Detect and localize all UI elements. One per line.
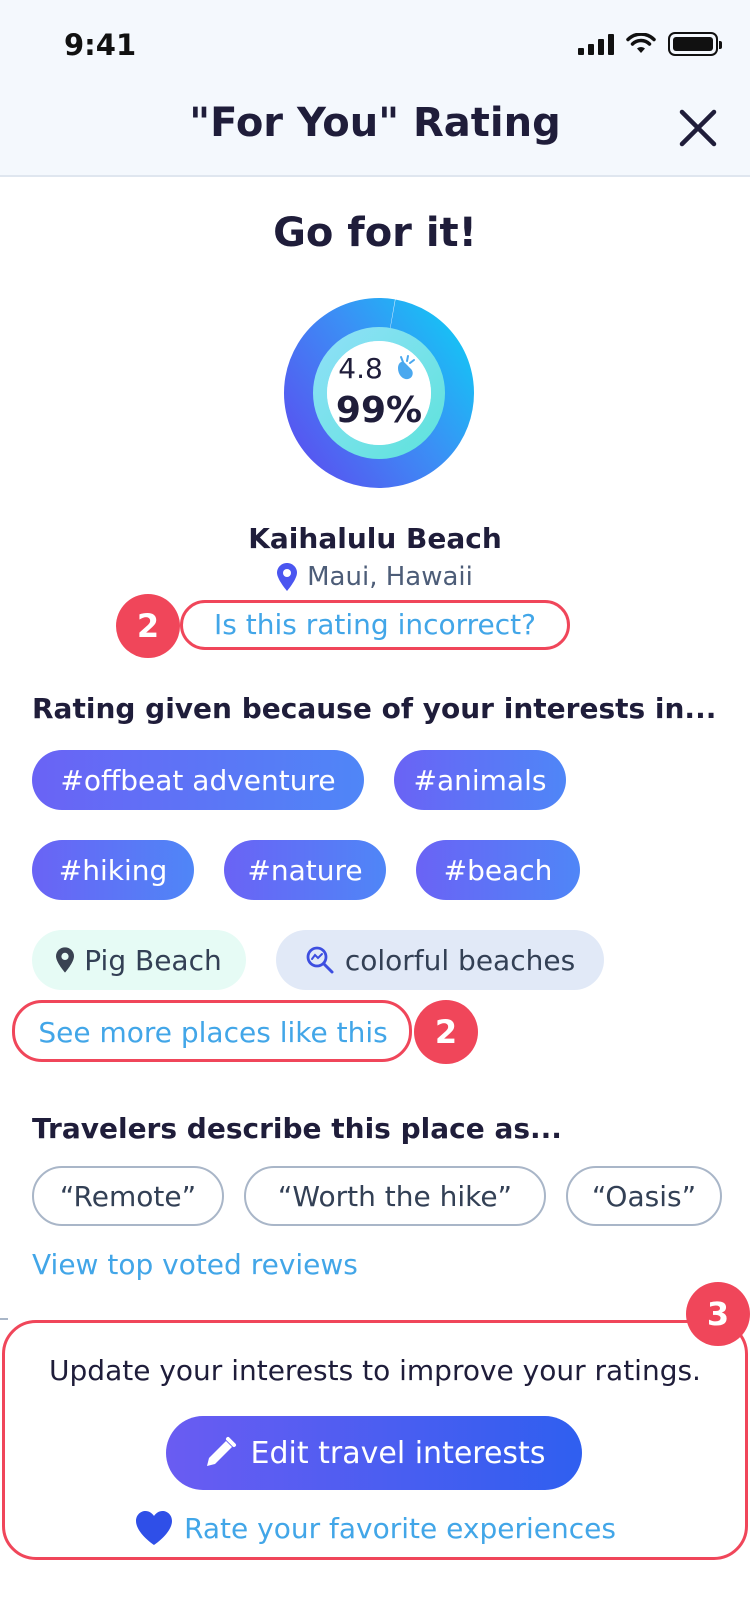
clapping-hands-icon — [392, 354, 420, 382]
rating-value: 4.8 — [276, 352, 482, 385]
rating-gauge: 4.8 99% — [276, 290, 482, 496]
search-chip-label: colorful beaches — [344, 943, 576, 977]
place-location-text: Maui, Hawaii — [307, 562, 473, 592]
place-name: Kaihalulu Beach — [248, 522, 502, 555]
traveler-quote-chip[interactable]: “Oasis” — [566, 1166, 722, 1226]
update-interests-text: Update your interests to improve your ra… — [49, 1354, 701, 1387]
verdict-heading: Go for it! — [273, 210, 477, 256]
divider — [0, 1318, 8, 1320]
page-title: "For You" Rating — [189, 100, 561, 146]
place-location: Maui, Hawaii — [0, 562, 750, 592]
see-more-link[interactable]: See more places like this — [14, 1002, 412, 1062]
annotation-badge: 2 — [116, 594, 180, 658]
interest-tag[interactable]: #beach — [416, 840, 580, 900]
interest-tag[interactable]: #nature — [224, 840, 386, 900]
cellular-signal-icon — [578, 33, 614, 55]
search-chip[interactable]: colorful beaches — [276, 930, 604, 990]
traveler-quote-chip[interactable]: “Worth the hike” — [244, 1166, 546, 1226]
interest-tag[interactable]: #hiking — [32, 840, 194, 900]
edit-travel-interests-button[interactable]: Edit travel interests — [166, 1416, 582, 1490]
map-pin-icon — [277, 563, 298, 591]
annotation-badge: 3 — [686, 1282, 750, 1346]
heart-icon — [136, 1511, 173, 1545]
place-chip-label: Pig Beach — [84, 943, 222, 977]
interests-heading: Rating given because of your interests i… — [32, 692, 717, 725]
battery-icon — [668, 32, 722, 56]
status-time: 9:41 — [64, 28, 137, 62]
interest-tag[interactable]: #animals — [394, 750, 566, 810]
annotation-badge: 2 — [414, 1000, 478, 1064]
close-icon[interactable] — [676, 106, 720, 150]
search-icon — [306, 946, 334, 974]
travelers-heading: Travelers describe this place as... — [32, 1112, 562, 1145]
rating-number: 4.8 — [338, 352, 383, 385]
edit-button-label: Edit travel interests — [250, 1435, 546, 1471]
traveler-quote-chip[interactable]: “Remote” — [32, 1166, 224, 1226]
pencil-icon — [206, 1437, 236, 1466]
incorrect-rating-link[interactable]: Is this rating incorrect? — [180, 600, 570, 648]
view-reviews-link[interactable]: View top voted reviews — [32, 1248, 358, 1281]
header-bar: 9:41 "For You" Rating — [0, 0, 750, 177]
status-icons — [578, 32, 722, 56]
rate-experiences-link[interactable]: Rate your favorite experiences — [0, 1510, 750, 1546]
wifi-icon — [626, 33, 656, 53]
map-pin-icon — [56, 947, 75, 973]
interest-tag[interactable]: #offbeat adventure — [32, 750, 364, 810]
place-chip[interactable]: Pig Beach — [32, 930, 246, 990]
rate-link-label: Rate your favorite experiences — [184, 1511, 616, 1545]
rating-percent: 99% — [335, 390, 423, 431]
